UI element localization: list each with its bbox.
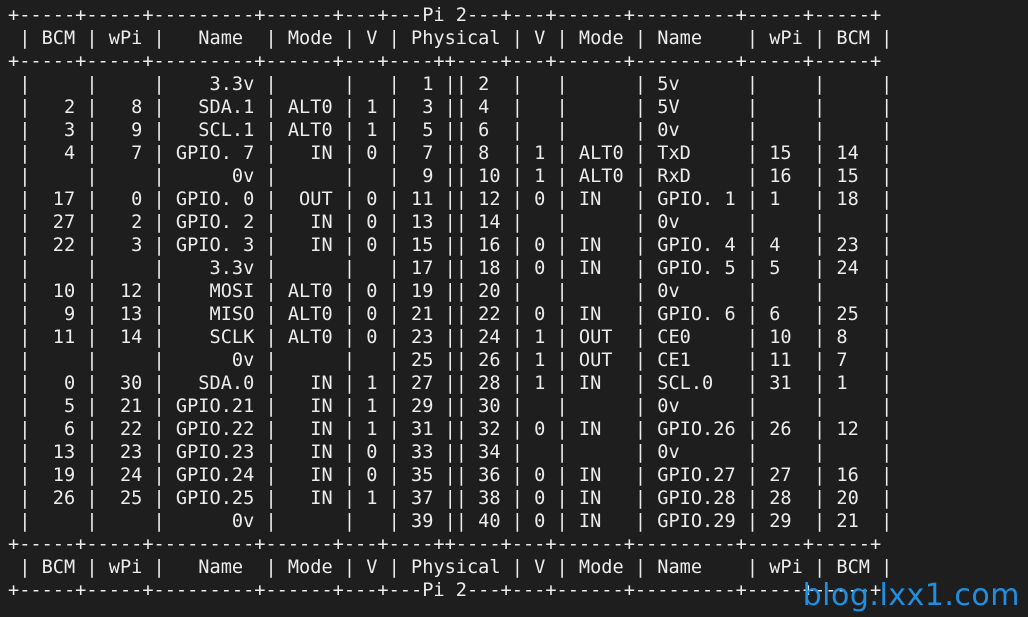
table-border-mid: +-----+-----+---------+------+---+----++… [8,51,882,72]
table-row: | 2 | 8 | SDA.1 | ALT0 | 1 | 3 || 4 | | … [8,97,893,118]
table-row: | | | 0v | | | 9 || 10 | 1 | ALT0 | RxD … [8,166,893,187]
table-row: | | | 3.3v | | | 1 || 2 | | | 5v | | | [8,74,893,95]
table-row: | 17 | 0 | GPIO. 0 | OUT | 0 | 11 || 12 … [8,189,893,210]
table-border-top: +-----+-----+---------+------+---+---Pi … [8,5,882,26]
table-row: | 9 | 13 | MISO | ALT0 | 0 | 21 || 22 | … [8,304,893,325]
table-row: | 19 | 24 | GPIO.24 | IN | 0 | 35 || 36 … [8,465,893,486]
table-row: | 0 | 30 | SDA.0 | IN | 1 | 27 || 28 | 1… [8,373,893,394]
table-row: | 5 | 21 | GPIO.21 | IN | 1 | 29 || 30 |… [8,396,893,417]
table-header-row: | BCM | wPi | Name | Mode | V | Physical… [8,28,893,49]
table-row: | 3 | 9 | SCL.1 | ALT0 | 1 | 5 || 6 | | … [8,120,893,141]
table-row: | 22 | 3 | GPIO. 3 | IN | 0 | 15 || 16 |… [8,235,893,256]
table-row: | 26 | 25 | GPIO.25 | IN | 1 | 37 || 38 … [8,488,893,509]
table-row: | | | 3.3v | | | 17 || 18 | 0 | IN | GPI… [8,258,893,279]
table-row: | | | 0v | | | 25 || 26 | 1 | OUT | CE1 … [8,350,893,371]
table-border-mid-bottom: +-----+-----+---------+------+---+----++… [8,534,882,555]
table-row: | 10 | 12 | MOSI | ALT0 | 0 | 19 || 20 |… [8,281,893,302]
table-footer-header-row: | BCM | wPi | Name | Mode | V | Physical… [8,557,893,578]
table-row: | 6 | 22 | GPIO.22 | IN | 1 | 31 || 32 |… [8,419,893,440]
table-row: | 11 | 14 | SCLK | ALT0 | 0 | 23 || 24 |… [8,327,893,348]
table-row: | 27 | 2 | GPIO. 2 | IN | 0 | 13 || 14 |… [8,212,893,233]
table-row: | 13 | 23 | GPIO.23 | IN | 0 | 33 || 34 … [8,442,893,463]
terminal-output[interactable]: +-----+-----+---------+------+---+---Pi … [8,4,1020,613]
table-row: | | | 0v | | | 39 || 40 | 0 | IN | GPIO.… [8,511,893,532]
table-row: | 4 | 7 | GPIO. 7 | IN | 0 | 7 || 8 | 1 … [8,143,893,164]
watermark-text: blog.lxx1.com [802,578,1020,613]
